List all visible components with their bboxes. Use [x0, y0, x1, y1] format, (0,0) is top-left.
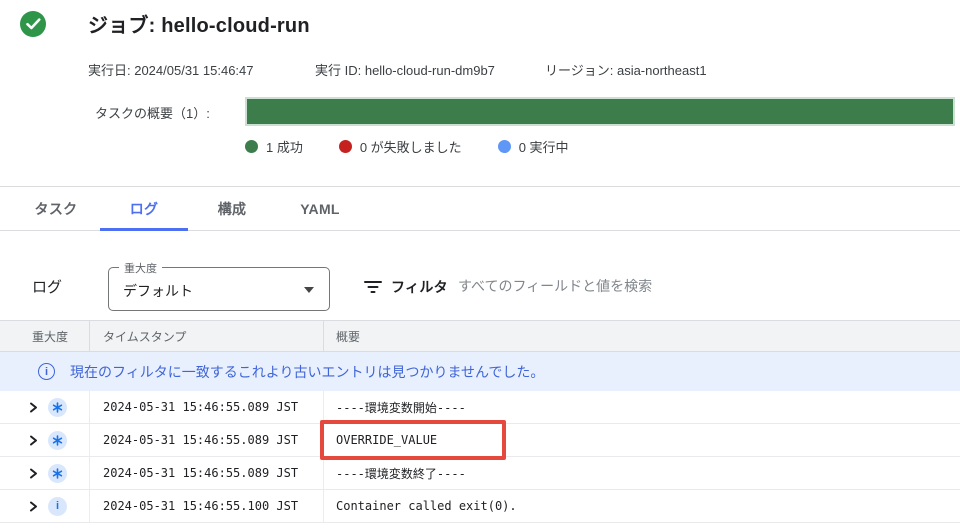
log-row[interactable]: 2024-05-31 15:46:55.089 JST ----環境変数開始--… — [0, 391, 960, 424]
severity-dropdown-label: 重大度 — [119, 260, 162, 276]
notice-text: 現在のフィルタに一致するこれより古いエントリは見つかりませんでした。 — [70, 363, 545, 380]
log-table: 重大度 タイムスタンプ 概要 i 現在のフィルタに一致するこれより古いエントリは… — [0, 320, 960, 523]
log-search-input[interactable] — [458, 273, 858, 299]
filter-label: フィルタ — [391, 279, 448, 295]
filter-list-icon — [364, 280, 382, 294]
tab-tasks[interactable]: タスク — [12, 187, 100, 230]
region: リージョン: asia-northeast1 — [545, 63, 707, 78]
log-table-header: 重大度 タイムスタンプ 概要 — [0, 320, 960, 352]
log-summary: ----環境変数終了---- — [336, 466, 466, 481]
running-dot-icon — [497, 140, 511, 153]
legend-failed-label: 0 が失敗しました — [359, 140, 462, 155]
severity-default-asterisk-icon — [48, 463, 67, 483]
legend-running-label: 0 実行中 — [518, 140, 569, 155]
log-summary: OVERRIDE_VALUE — [336, 433, 438, 447]
log-row[interactable]: 2024-05-31 15:46:55.089 JST ----環境変数終了--… — [0, 457, 960, 490]
severity-info-icon: i — [48, 496, 67, 516]
severity-dropdown[interactable]: 重大度 デフォルト — [108, 260, 330, 311]
log-controls: ログ 重大度 デフォルト フィルタ — [0, 231, 960, 320]
info-outline-icon: i — [38, 363, 55, 380]
log-summary: ----環境変数開始---- — [336, 400, 466, 415]
column-header-summary: 概要 — [336, 329, 361, 344]
run-id: 実行 ID: hello-cloud-run-dm9b7 — [315, 63, 495, 78]
check-circle-icon — [20, 11, 46, 37]
no-older-entries-banner: i 現在のフィルタに一致するこれより古いエントリは見つかりませんでした。 — [0, 352, 960, 391]
chevron-right-icon[interactable] — [28, 501, 39, 512]
chevron-right-icon[interactable] — [28, 402, 39, 413]
arrow-drop-down-icon — [304, 287, 314, 293]
tab-config[interactable]: 構成 — [188, 187, 276, 230]
log-timestamp: 2024-05-31 15:46:55.089 JST — [103, 400, 299, 414]
legend-success-label: 1 成功 — [266, 140, 303, 155]
run-date: 実行日: 2024/05/31 15:46:47 — [88, 63, 254, 78]
task-summary-legend: 1 成功 0 が失敗しました 0 実行中 — [245, 137, 569, 156]
chevron-right-icon[interactable] — [28, 468, 39, 479]
task-summary-label: タスクの概要（1）: — [95, 106, 210, 121]
legend-running: 0 実行中 — [497, 137, 569, 156]
log-summary: Container called exit(0). — [336, 499, 517, 513]
column-header-timestamp: タイムスタンプ — [90, 321, 324, 351]
legend-success: 1 成功 — [245, 137, 303, 156]
severity-default-asterisk-icon — [48, 430, 67, 450]
failed-dot-icon — [338, 140, 352, 153]
cloud-run-job-page: ジョブ: hello-cloud-run 実行日: 2024/05/31 15:… — [0, 0, 960, 531]
legend-failed: 0 が失敗しました — [338, 137, 462, 156]
success-dot-icon — [245, 140, 258, 153]
log-timestamp: 2024-05-31 15:46:55.100 JST — [103, 499, 299, 513]
tab-yaml[interactable]: YAML — [276, 187, 364, 230]
log-timestamp: 2024-05-31 15:46:55.089 JST — [103, 466, 299, 480]
filter-button[interactable]: フィルタ — [364, 277, 448, 297]
severity-default-asterisk-icon — [48, 397, 67, 417]
log-row[interactable]: i 2024-05-31 15:46:55.100 JST Container … — [0, 490, 960, 523]
task-summary-bar — [245, 97, 955, 126]
log-row[interactable]: 2024-05-31 15:46:55.089 JST OVERRIDE_VAL… — [0, 424, 960, 457]
job-header: ジョブ: hello-cloud-run 実行日: 2024/05/31 15:… — [0, 0, 960, 186]
tab-logs[interactable]: ログ — [100, 187, 188, 231]
column-header-severity: 重大度 — [0, 321, 90, 351]
tabs-bar: タスク ログ 構成 YAML — [0, 186, 960, 231]
page-title: ジョブ: hello-cloud-run — [88, 15, 310, 37]
severity-dropdown-value: デフォルト — [123, 283, 193, 299]
log-section-label: ログ — [32, 279, 63, 296]
chevron-right-icon[interactable] — [28, 435, 39, 446]
log-timestamp: 2024-05-31 15:46:55.089 JST — [103, 433, 299, 447]
